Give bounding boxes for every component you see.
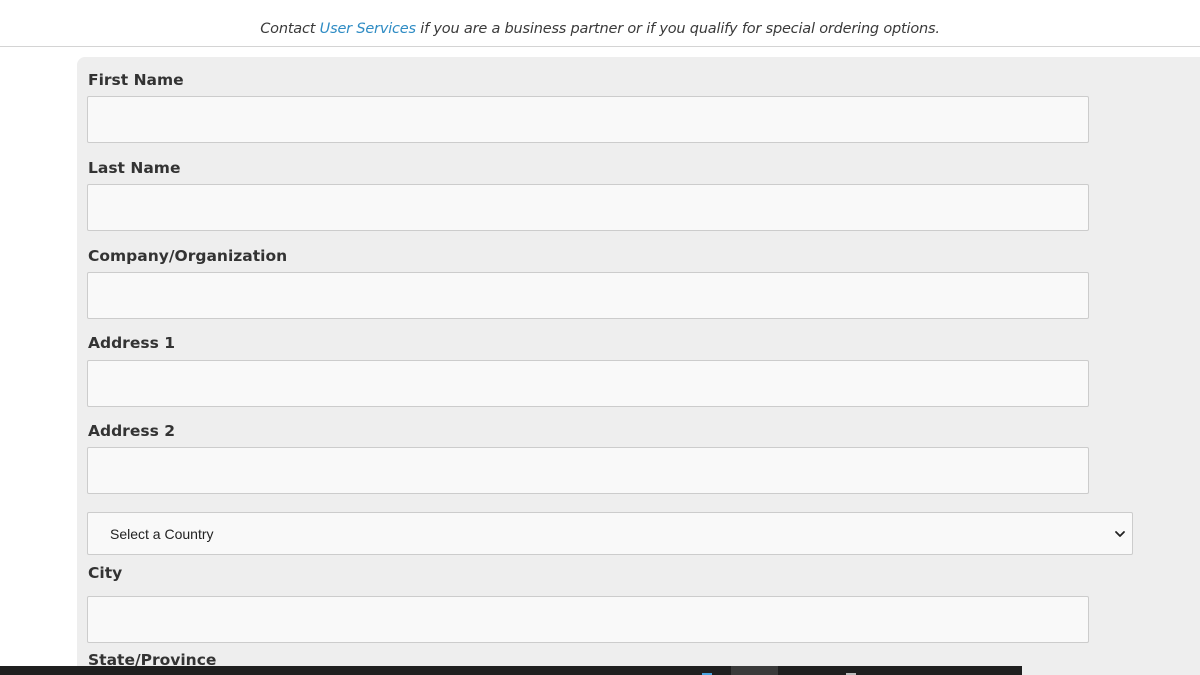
address1-label: Address 1 (88, 334, 175, 352)
address2-label: Address 2 (88, 422, 175, 440)
last-name-label: Last Name (88, 159, 181, 177)
company-label: Company/Organization (88, 247, 288, 265)
country-select[interactable]: Select a Country (87, 512, 1133, 555)
notice-prefix: Contact (260, 21, 320, 37)
notice-suffix: if you are a business partner or if you … (415, 21, 940, 37)
city-field[interactable] (87, 596, 1089, 643)
first-name-label: First Name (88, 71, 184, 89)
taskbar (0, 666, 1022, 675)
address1-field[interactable] (87, 360, 1089, 407)
chevron-down-icon (1115, 531, 1125, 537)
contact-notice: Contact User Services if you are a busin… (0, 0, 1200, 47)
company-field[interactable] (87, 272, 1089, 319)
country-select-value: Select a Country (110, 526, 214, 542)
city-label: City (88, 564, 123, 582)
user-services-link[interactable]: User Services (320, 21, 416, 37)
address2-field[interactable] (87, 447, 1089, 494)
taskbar-active-item[interactable] (731, 666, 778, 675)
last-name-field[interactable] (87, 184, 1089, 231)
first-name-field[interactable] (87, 96, 1089, 143)
